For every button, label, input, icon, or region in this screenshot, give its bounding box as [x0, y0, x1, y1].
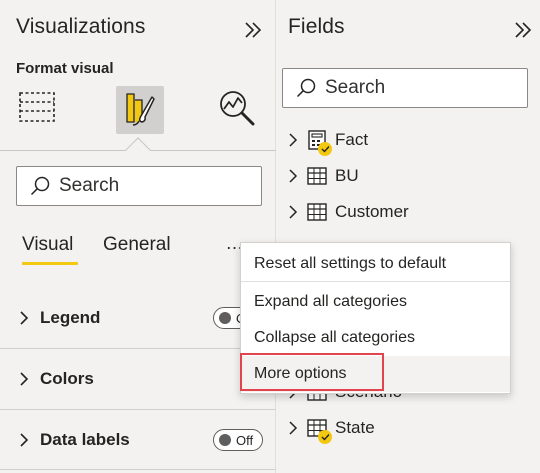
- field-table-customer[interactable]: Customer: [288, 199, 409, 225]
- data-labels-toggle-label: Off: [236, 432, 254, 448]
- analytics-magnifier-icon: [220, 91, 255, 126]
- fields-title: Fields: [288, 15, 345, 38]
- search-icon: [30, 176, 50, 196]
- fields-search-input[interactable]: Search: [282, 68, 528, 108]
- double-chevron-right-icon: [515, 22, 532, 38]
- format-paintbrush-icon: [126, 93, 155, 126]
- field-table-fact[interactable]: Fact: [288, 127, 369, 156]
- double-chevron-right-icon: [245, 22, 262, 38]
- menu-item-expand-all[interactable]: Expand all categories: [241, 284, 510, 320]
- menu-item-reset-settings[interactable]: Reset all settings to default: [241, 246, 510, 282]
- section-colors[interactable]: Colors: [0, 348, 276, 410]
- chevron-right-icon: [20, 311, 29, 325]
- field-table-name: BU: [335, 166, 359, 185]
- checkmark-icon: [318, 142, 332, 156]
- checkmark-icon: [318, 430, 332, 444]
- format-visual-label: Format visual: [16, 60, 114, 77]
- search-icon: [296, 78, 316, 98]
- field-table-state[interactable]: State: [288, 415, 375, 444]
- field-table-name: Fact: [335, 130, 369, 149]
- section-data-labels-label: Data labels: [40, 430, 130, 449]
- context-menu: Reset all settings to default Expand all…: [240, 242, 511, 394]
- calculator-table-icon: [306, 129, 332, 156]
- field-table-bu[interactable]: BU: [288, 163, 359, 189]
- data-labels-toggle[interactable]: Off: [213, 429, 263, 451]
- tab-general[interactable]: General: [103, 234, 171, 256]
- build-visual-icon: [19, 92, 55, 122]
- collapse-fields-button[interactable]: [510, 17, 536, 43]
- chevron-right-icon: [289, 133, 298, 147]
- menu-separator: [241, 281, 510, 282]
- build-visual-button[interactable]: [16, 86, 60, 130]
- field-table-name: State: [335, 418, 375, 437]
- format-visual-button[interactable]: [116, 86, 164, 134]
- visualizations-search-input[interactable]: Search: [16, 166, 262, 206]
- toggle-knob: [219, 434, 231, 446]
- table-icon: [306, 417, 332, 444]
- chevron-right-icon: [289, 421, 298, 435]
- visualizations-title: Visualizations: [16, 15, 146, 38]
- analytics-button[interactable]: [214, 86, 260, 130]
- fields-search-placeholder: Search: [325, 77, 386, 98]
- menu-item-collapse-all[interactable]: Collapse all categories: [241, 320, 510, 356]
- section-legend-label: Legend: [40, 308, 101, 327]
- chevron-right-icon: [20, 372, 29, 386]
- toggle-knob: [219, 312, 231, 324]
- table-icon: [306, 201, 328, 223]
- menu-item-more-options[interactable]: More options: [241, 356, 510, 392]
- field-table-name: Customer: [335, 202, 409, 221]
- chevron-right-icon: [289, 169, 298, 183]
- active-tab-underline: [22, 262, 78, 265]
- section-divider: [0, 469, 276, 470]
- tab-visual[interactable]: Visual: [22, 234, 73, 256]
- chevron-right-icon: [289, 205, 298, 219]
- section-colors-label: Colors: [40, 369, 94, 388]
- table-icon: [306, 165, 328, 187]
- chevron-right-icon: [20, 433, 29, 447]
- collapse-visualizations-button[interactable]: [240, 17, 266, 43]
- visualizations-search-placeholder: Search: [59, 175, 120, 196]
